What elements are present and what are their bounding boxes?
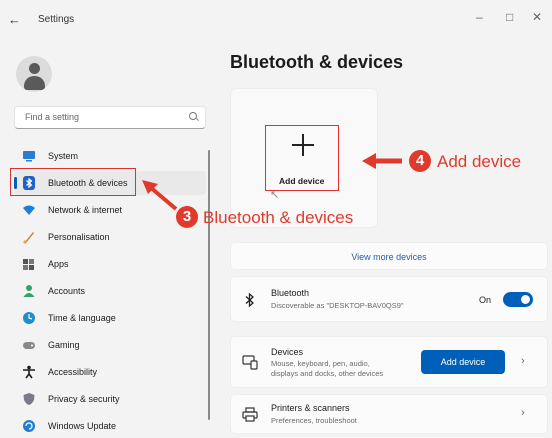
devices-row[interactable]: Devices Mouse, keyboard, pen, audio, dis… xyxy=(230,336,548,388)
bluetooth-title: Bluetooth xyxy=(271,288,310,298)
sidebar-item-label: Time & language xyxy=(48,313,116,323)
sidebar-item-label: Network & internet xyxy=(48,205,123,215)
search-box[interactable] xyxy=(14,106,206,129)
bluetooth-subtitle: Discoverable as "DESKTOP-BAV0QS9" xyxy=(271,301,404,310)
sidebar-item-label: Accounts xyxy=(48,286,86,296)
sidebar-item-accessibility[interactable]: Accessibility xyxy=(14,360,206,384)
bluetooth-row[interactable]: Bluetooth Discoverable as "DESKTOP-BAV0Q… xyxy=(230,276,548,322)
sidebar-item-gaming[interactable]: Gaming xyxy=(14,333,206,357)
printers-title: Printers & scanners xyxy=(271,403,350,413)
page-title: Bluetooth & devices xyxy=(230,52,404,72)
search-input[interactable] xyxy=(23,111,187,123)
sidebar-item-label: Apps xyxy=(48,259,69,269)
app-title: Settings xyxy=(38,14,75,25)
step4-badge: 4 xyxy=(409,150,431,172)
add-device-tile[interactable] xyxy=(265,125,339,191)
sidebar-item-label: Personalisation xyxy=(48,232,110,242)
step4-arrow-icon xyxy=(362,153,402,169)
search-icon xyxy=(189,112,197,120)
sidebar-item-accounts[interactable]: Accounts xyxy=(14,279,206,303)
maximize-button[interactable]: □ xyxy=(506,10,513,24)
sidebar-item-apps[interactable]: Apps xyxy=(14,252,206,276)
globe-clock-icon xyxy=(23,312,35,324)
devices-subtitle-line2: displays and docks, other devices xyxy=(271,369,384,378)
minimize-button[interactable]: – xyxy=(476,10,483,24)
devices-subtitle-line1: Mouse, keyboard, pen, audio, xyxy=(271,359,370,368)
add-device-button[interactable]: Add device xyxy=(421,350,505,374)
devices-title: Devices xyxy=(271,347,304,357)
sidebar-item-label: Windows Update xyxy=(48,421,117,431)
bluetooth-symbol-icon xyxy=(245,292,254,308)
brush-icon xyxy=(23,232,34,244)
person-icon xyxy=(23,285,35,297)
sidebar-item-label: System xyxy=(48,151,79,161)
step4-label: Add device xyxy=(437,152,522,171)
avatar[interactable] xyxy=(16,56,52,92)
highlight-bluetooth-nav xyxy=(10,168,136,196)
sidebar-item-personalisation[interactable]: Personalisation xyxy=(14,225,206,249)
sidebar-item-label: Gaming xyxy=(48,340,80,350)
sidebar-item-label: Accessibility xyxy=(48,367,98,377)
printers-row[interactable]: Printers & scanners Preferences, trouble… xyxy=(230,394,548,434)
monitor-icon xyxy=(23,151,35,162)
devices-icon xyxy=(242,355,258,370)
printer-icon xyxy=(242,407,258,422)
step3-badge: 3 xyxy=(176,206,198,228)
apps-icon xyxy=(23,259,34,270)
sidebar-item-time-language[interactable]: Time & language xyxy=(14,306,206,330)
sidebar-item-system[interactable]: System xyxy=(14,144,206,168)
wifi-icon xyxy=(23,205,35,215)
chevron-right-icon[interactable]: › xyxy=(521,407,525,419)
sidebar-item-label: Privacy & security xyxy=(48,394,120,404)
view-more-devices-button[interactable]: View more devices xyxy=(230,242,548,270)
sidebar-item-privacy-security[interactable]: Privacy & security xyxy=(14,387,206,411)
shield-icon xyxy=(23,393,35,405)
sidebar-scrollbar[interactable] xyxy=(208,150,210,420)
bluetooth-state-label: On xyxy=(479,295,492,305)
update-icon xyxy=(23,420,35,432)
step3-label: Bluetooth & devices xyxy=(203,208,354,227)
chevron-right-icon[interactable]: › xyxy=(521,355,525,367)
printers-subtitle: Preferences, troubleshoot xyxy=(271,416,357,425)
sidebar-item-windows-update[interactable]: Windows Update xyxy=(14,414,206,438)
view-more-devices-label: View more devices xyxy=(351,252,427,262)
accessibility-icon xyxy=(23,365,35,379)
gamepad-icon xyxy=(23,342,35,349)
bluetooth-toggle[interactable] xyxy=(503,292,533,307)
close-button[interactable]: ✕ xyxy=(532,10,542,24)
step3-arrow-icon xyxy=(142,180,178,211)
back-arrow-icon[interactable]: ← xyxy=(8,12,21,27)
